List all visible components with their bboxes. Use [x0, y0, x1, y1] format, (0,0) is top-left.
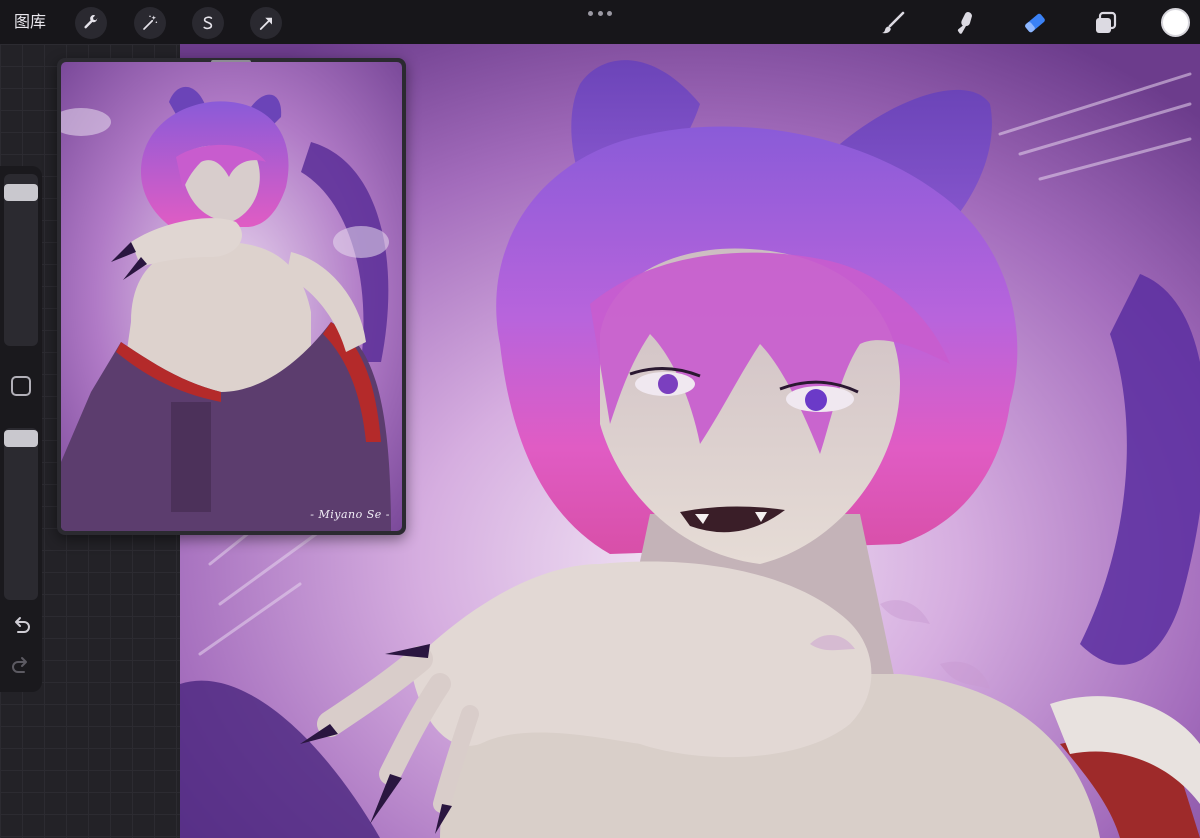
dot: [588, 10, 593, 16]
color-picker-button[interactable]: [1161, 8, 1190, 37]
more-options-handle[interactable]: [588, 9, 612, 17]
left-sidebar: [0, 166, 42, 692]
artist-signature: - Miyano Se -: [310, 508, 390, 521]
opacity-slider[interactable]: [4, 428, 38, 600]
reference-artwork: [61, 62, 402, 531]
transform-button[interactable]: [250, 7, 282, 39]
smudge-icon: [957, 12, 972, 34]
gallery-button[interactable]: 图库: [14, 10, 46, 34]
dot: [597, 10, 603, 16]
layers-icon: [1096, 11, 1117, 33]
opacity-thumb[interactable]: [4, 430, 38, 447]
modify-button[interactable]: [11, 376, 31, 396]
dot: [607, 10, 612, 16]
brush-size-thumb[interactable]: [4, 183, 38, 201]
brush-size-slider[interactable]: [4, 174, 38, 346]
paint-tool-button[interactable]: [878, 8, 908, 38]
selection-button[interactable]: [192, 7, 224, 39]
wrench-icon: [84, 15, 98, 29]
eraser-tool-button[interactable]: [1020, 8, 1050, 38]
adjustments-button[interactable]: [134, 7, 166, 39]
brush-icon: [882, 11, 905, 34]
selection-icon: [203, 16, 213, 30]
top-toolbar: 图库: [0, 0, 1200, 44]
eraser-icon: [1025, 13, 1045, 33]
redo-icon[interactable]: [9, 654, 33, 678]
reference-window[interactable]: - Miyano Se -: [57, 58, 406, 535]
layers-button[interactable]: [1091, 8, 1121, 38]
transform-arrow-icon: [259, 17, 272, 30]
smudge-tool-button[interactable]: [950, 8, 980, 38]
magic-wand-icon: [143, 15, 158, 30]
actions-button[interactable]: [75, 7, 107, 39]
undo-icon[interactable]: [9, 614, 33, 638]
reference-image: - Miyano Se -: [61, 62, 402, 531]
